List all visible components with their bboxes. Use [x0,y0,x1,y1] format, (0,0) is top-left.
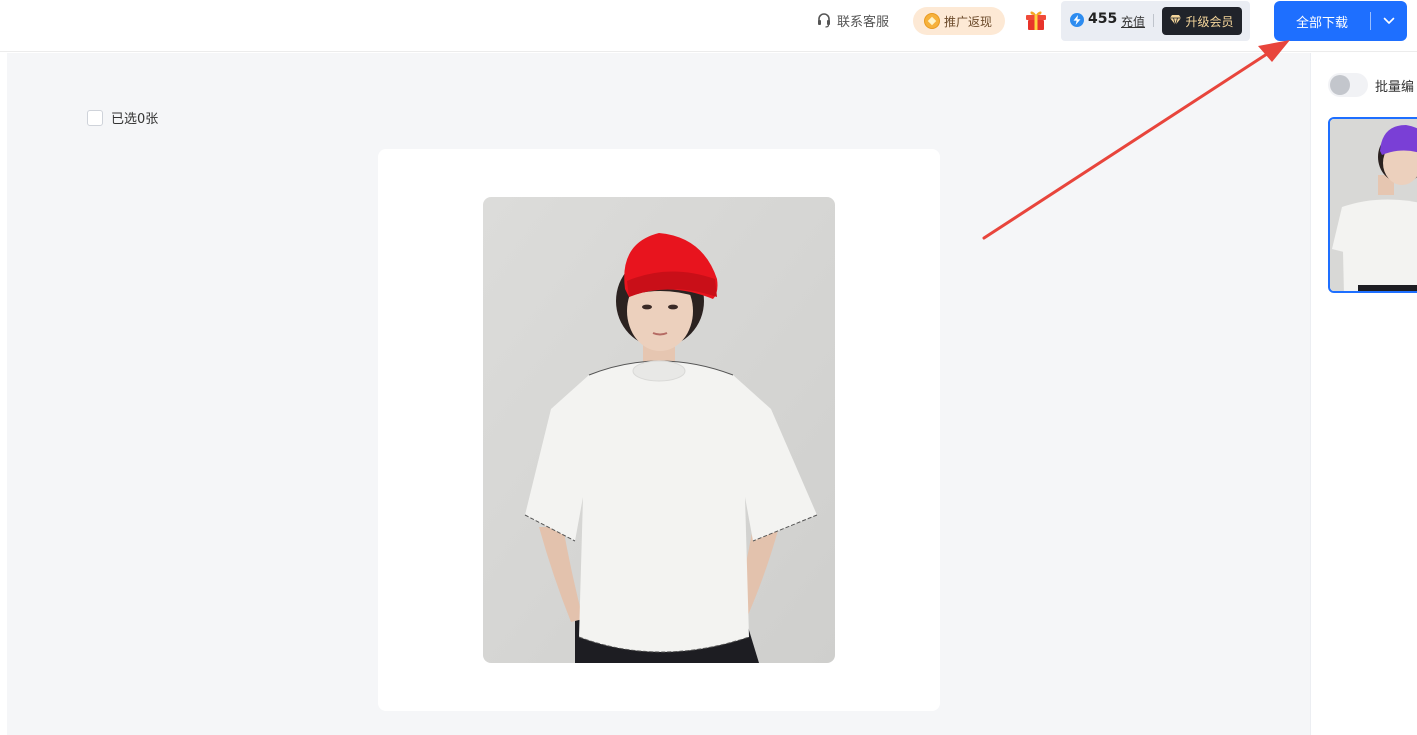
image-thumbnail[interactable] [1328,117,1417,293]
main-workspace: 已选0张 [7,53,1310,735]
diamond-icon [1170,14,1182,28]
top-header: 联系客服 推广返现 455 充值 升级会员 全部下载 [0,0,1417,52]
lightning-icon [1070,13,1084,27]
app-page: 联系客服 推广返现 455 充值 升级会员 全部下载 已选0张 批量编 [0,0,1417,735]
button-divider [1370,12,1371,30]
upgrade-membership-button[interactable]: 升级会员 [1162,7,1242,35]
promo-cashback-button[interactable]: 推广返现 [913,7,1005,35]
select-all-checkbox[interactable] [87,109,103,126]
coin-icon [924,13,940,29]
selected-count-label: 已选0张 [111,112,159,127]
credit-balance: 455 [1088,11,1118,27]
promo-cashback-label: 推广返现 [944,14,993,29]
headset-icon [816,12,832,28]
toggle-knob [1330,75,1350,95]
batch-edit-label: 批量编 [1375,80,1415,95]
upgrade-membership-label: 升级会员 [1185,14,1234,29]
image-preview-card [378,149,940,711]
preview-image[interactable] [483,197,835,663]
batch-edit-toggle[interactable] [1328,73,1368,97]
chevron-down-icon[interactable] [1375,1,1403,41]
contact-support-label: 联系客服 [837,14,890,30]
right-sidebar: 批量编 [1310,53,1417,735]
credit-panel: 455 充值 升级会员 [1061,1,1250,41]
recharge-link[interactable]: 充值 [1121,13,1145,30]
contact-support-link[interactable]: 联系客服 [816,10,889,30]
gift-icon[interactable] [1024,8,1048,36]
download-all-button[interactable]: 全部下载 [1274,1,1407,41]
divider [1153,14,1154,27]
select-all-row[interactable]: 已选0张 [87,108,158,127]
download-all-label: 全部下载 [1295,15,1348,31]
